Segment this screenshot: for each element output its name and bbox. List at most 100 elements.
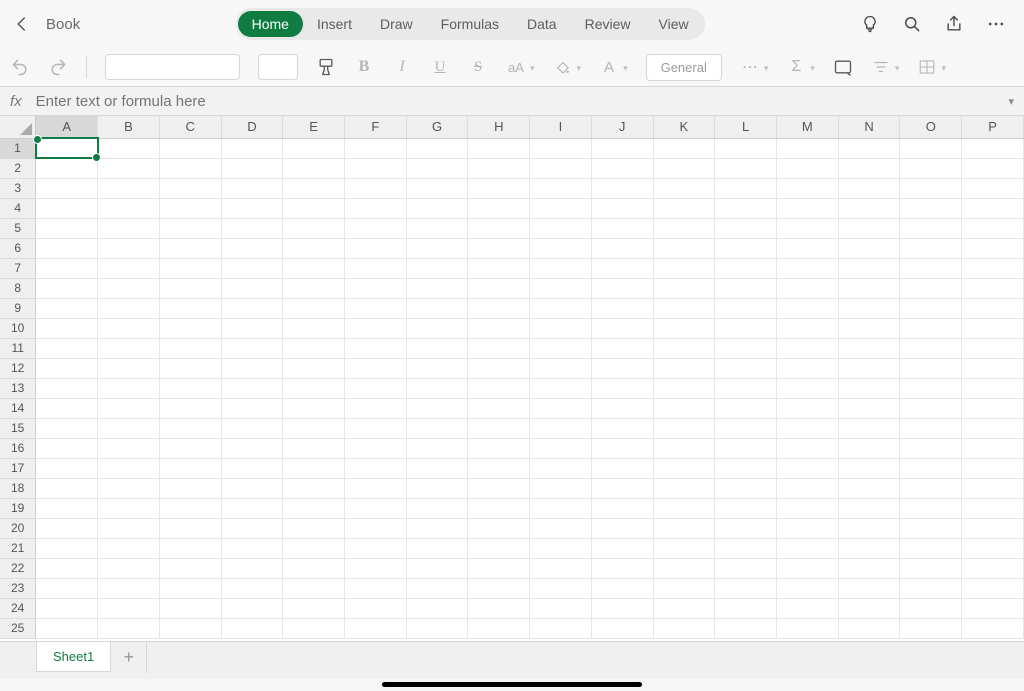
- ribbon-tab-home[interactable]: Home: [238, 11, 303, 37]
- cell-L1[interactable]: [715, 138, 777, 158]
- cell-K8[interactable]: [653, 278, 715, 298]
- cell-L15[interactable]: [715, 418, 777, 438]
- cell-F23[interactable]: [344, 578, 406, 598]
- cell-G4[interactable]: [406, 198, 468, 218]
- cell-C6[interactable]: [159, 238, 221, 258]
- row-header-20[interactable]: 20: [0, 518, 36, 538]
- cell-A17[interactable]: [36, 458, 98, 478]
- column-header-G[interactable]: G: [406, 116, 468, 138]
- row-header-25[interactable]: 25: [0, 618, 36, 638]
- italic-icon[interactable]: I: [392, 57, 412, 77]
- cell-L4[interactable]: [715, 198, 777, 218]
- cell-M11[interactable]: [776, 338, 838, 358]
- cell-M24[interactable]: [776, 598, 838, 618]
- cell-M9[interactable]: [776, 298, 838, 318]
- cell-F13[interactable]: [344, 378, 406, 398]
- column-header-O[interactable]: O: [900, 116, 962, 138]
- cell-A14[interactable]: [36, 398, 98, 418]
- cell-C22[interactable]: [159, 558, 221, 578]
- cell-H24[interactable]: [468, 598, 530, 618]
- cell-J9[interactable]: [591, 298, 653, 318]
- cell-H13[interactable]: [468, 378, 530, 398]
- cell-B15[interactable]: [98, 418, 160, 438]
- cell-C7[interactable]: [159, 258, 221, 278]
- cell-O1[interactable]: [900, 138, 962, 158]
- cell-L21[interactable]: [715, 538, 777, 558]
- cell-M23[interactable]: [776, 578, 838, 598]
- cell-O24[interactable]: [900, 598, 962, 618]
- cell-I21[interactable]: [530, 538, 592, 558]
- row-header-12[interactable]: 12: [0, 358, 36, 378]
- cell-O6[interactable]: [900, 238, 962, 258]
- cell-A6[interactable]: [36, 238, 98, 258]
- ribbon-tab-review[interactable]: Review: [571, 11, 645, 37]
- cell-N20[interactable]: [838, 518, 900, 538]
- cell-H10[interactable]: [468, 318, 530, 338]
- cell-B5[interactable]: [98, 218, 160, 238]
- cell-E18[interactable]: [283, 478, 345, 498]
- cell-G6[interactable]: [406, 238, 468, 258]
- cell-C13[interactable]: [159, 378, 221, 398]
- cell-E1[interactable]: [283, 138, 345, 158]
- cell-K3[interactable]: [653, 178, 715, 198]
- cell-P7[interactable]: [962, 258, 1024, 278]
- cell-J22[interactable]: [591, 558, 653, 578]
- cell-O21[interactable]: [900, 538, 962, 558]
- cell-B21[interactable]: [98, 538, 160, 558]
- column-header-B[interactable]: B: [98, 116, 160, 138]
- row-header-10[interactable]: 10: [0, 318, 36, 338]
- cell-F24[interactable]: [344, 598, 406, 618]
- cell-C19[interactable]: [159, 498, 221, 518]
- cell-P5[interactable]: [962, 218, 1024, 238]
- cell-K22[interactable]: [653, 558, 715, 578]
- row-header-19[interactable]: 19: [0, 498, 36, 518]
- cell-M15[interactable]: [776, 418, 838, 438]
- cell-D18[interactable]: [221, 478, 283, 498]
- cell-O4[interactable]: [900, 198, 962, 218]
- cell-G1[interactable]: [406, 138, 468, 158]
- column-header-K[interactable]: K: [653, 116, 715, 138]
- cell-D13[interactable]: [221, 378, 283, 398]
- cell-A8[interactable]: [36, 278, 98, 298]
- cell-A10[interactable]: [36, 318, 98, 338]
- cell-B14[interactable]: [98, 398, 160, 418]
- cell-E15[interactable]: [283, 418, 345, 438]
- column-header-D[interactable]: D: [221, 116, 283, 138]
- cell-D12[interactable]: [221, 358, 283, 378]
- cell-K19[interactable]: [653, 498, 715, 518]
- cell-E21[interactable]: [283, 538, 345, 558]
- row-header-22[interactable]: 22: [0, 558, 36, 578]
- cell-K9[interactable]: [653, 298, 715, 318]
- cell-P22[interactable]: [962, 558, 1024, 578]
- cell-L22[interactable]: [715, 558, 777, 578]
- redo-icon[interactable]: [48, 57, 68, 77]
- cell-C11[interactable]: [159, 338, 221, 358]
- cell-F7[interactable]: [344, 258, 406, 278]
- row-header-9[interactable]: 9: [0, 298, 36, 318]
- formula-input[interactable]: [36, 93, 1009, 110]
- cell-I10[interactable]: [530, 318, 592, 338]
- cell-O2[interactable]: [900, 158, 962, 178]
- ribbon-tab-insert[interactable]: Insert: [303, 11, 366, 37]
- cell-B17[interactable]: [98, 458, 160, 478]
- cell-L13[interactable]: [715, 378, 777, 398]
- cell-M16[interactable]: [776, 438, 838, 458]
- cell-K4[interactable]: [653, 198, 715, 218]
- cell-E6[interactable]: [283, 238, 345, 258]
- cell-K25[interactable]: [653, 618, 715, 638]
- cell-I20[interactable]: [530, 518, 592, 538]
- cell-N17[interactable]: [838, 458, 900, 478]
- cell-E7[interactable]: [283, 258, 345, 278]
- sheet-tab-active[interactable]: Sheet1: [36, 642, 111, 672]
- cell-K6[interactable]: [653, 238, 715, 258]
- cell-B6[interactable]: [98, 238, 160, 258]
- cell-O8[interactable]: [900, 278, 962, 298]
- cell-E20[interactable]: [283, 518, 345, 538]
- column-header-H[interactable]: H: [468, 116, 530, 138]
- cell-I6[interactable]: [530, 238, 592, 258]
- cell-C2[interactable]: [159, 158, 221, 178]
- cell-E14[interactable]: [283, 398, 345, 418]
- card-view-icon[interactable]: [833, 57, 853, 77]
- strikethrough-icon[interactable]: S: [468, 57, 488, 77]
- cell-E12[interactable]: [283, 358, 345, 378]
